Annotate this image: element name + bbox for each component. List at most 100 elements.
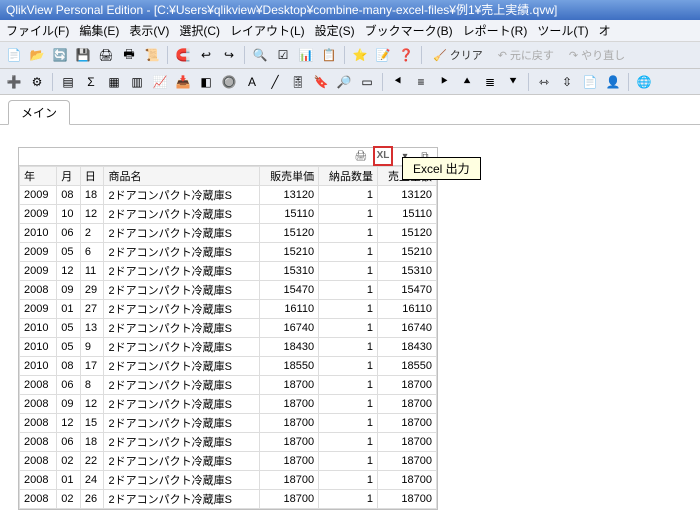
table-row[interactable]: 20100592ドアコンパクト冷蔵庫S18430118430	[20, 338, 437, 357]
chart-wizard-icon[interactable]: 📊	[296, 45, 316, 65]
align-center-h-icon[interactable]: ≡	[411, 72, 431, 92]
cell-qty: 1	[319, 376, 378, 395]
search-icon[interactable]: 🔍	[250, 45, 270, 65]
table-row[interactable]: 201008172ドアコンパクト冷蔵庫S18550118550	[20, 357, 437, 376]
help-icon[interactable]: ❓	[396, 45, 416, 65]
cell-month: 12	[57, 414, 81, 433]
print-icon[interactable]: 🖨	[96, 45, 116, 65]
inputbox-icon[interactable]: 📥	[173, 72, 193, 92]
menu-layout[interactable]: レイアウト(L)	[230, 22, 305, 39]
table-header-row[interactable]: 年 月 日 商品名 販売単価 納品数量 売上金額	[20, 167, 437, 186]
selections-icon[interactable]: ☑	[273, 45, 293, 65]
undo-layout-icon[interactable]: ↩	[196, 45, 216, 65]
col-day[interactable]: 日	[80, 167, 104, 186]
table-row[interactable]: 200912112ドアコンパクト冷蔵庫S15310115310	[20, 262, 437, 281]
menu-edit[interactable]: 編集(E)	[79, 22, 119, 39]
button-icon[interactable]: 🔘	[219, 72, 239, 92]
container-icon[interactable]: ▭	[357, 72, 377, 92]
cell-day: 8	[80, 376, 104, 395]
table-row[interactable]: 200801242ドアコンパクト冷蔵庫S18700118700	[20, 471, 437, 490]
cell-qty: 1	[319, 471, 378, 490]
straight-table[interactable]: 🖨 XL ▾ ⧉ 年 月 日 商品名 販売単価 納品数量 売上金額	[18, 147, 438, 510]
table-row[interactable]: 20100622ドアコンパクト冷蔵庫S15120115120	[20, 224, 437, 243]
save-icon[interactable]: 💾	[73, 45, 93, 65]
notes-icon[interactable]: 📝	[373, 45, 393, 65]
table-row[interactable]: 200806182ドアコンパクト冷蔵庫S18700118700	[20, 433, 437, 452]
cell-product: 2ドアコンパクト冷蔵庫S	[104, 338, 260, 357]
align-right-icon[interactable]: ⯈	[434, 72, 454, 92]
data-table[interactable]: 年 月 日 商品名 販売単価 納品数量 売上金額 200908182ドアコンパク…	[19, 166, 437, 509]
table-row[interactable]: 200802262ドアコンパクト冷蔵庫S18700118700	[20, 490, 437, 509]
multibox-icon[interactable]: ▦	[104, 72, 124, 92]
col-qty[interactable]: 納品数量	[319, 167, 378, 186]
menu-report[interactable]: レポート(R)	[463, 22, 528, 39]
cell-unit_price: 18700	[260, 490, 319, 509]
statbox-icon[interactable]: Σ	[81, 72, 101, 92]
menu-view[interactable]: 表示(V)	[129, 22, 169, 39]
tab-main[interactable]: メイン	[8, 100, 70, 125]
menu-setting[interactable]: 設定(S)	[315, 22, 355, 39]
dist-h-icon[interactable]: ⇿	[534, 72, 554, 92]
cell-year: 2009	[20, 186, 57, 205]
table-row[interactable]: 200802222ドアコンパクト冷蔵庫S18700118700	[20, 452, 437, 471]
open-icon[interactable]: 📂	[27, 45, 47, 65]
align-left-icon[interactable]: ⯇	[388, 72, 408, 92]
table-row[interactable]: 200812152ドアコンパクト冷蔵庫S18700118700	[20, 414, 437, 433]
slider-icon[interactable]: 🎚	[288, 72, 308, 92]
align-center-v-icon[interactable]: ≣	[480, 72, 500, 92]
undo-button[interactable]: ↶元に戻す	[492, 44, 560, 66]
bookmark-add-icon[interactable]: ⭐	[350, 45, 370, 65]
cell-unit_price: 18700	[260, 471, 319, 490]
redo-button[interactable]: ↷やり直し	[563, 44, 631, 66]
cell-qty: 1	[319, 281, 378, 300]
table-icon[interactable]: 📋	[319, 45, 339, 65]
current-sel-icon[interactable]: ◧	[196, 72, 216, 92]
table-row[interactable]: 200901272ドアコンパクト冷蔵庫S16110116110	[20, 300, 437, 319]
line-icon[interactable]: ╱	[265, 72, 285, 92]
listbox-icon[interactable]: ▤	[58, 72, 78, 92]
add-sheet-icon[interactable]: ➕	[4, 72, 24, 92]
chart-icon[interactable]: 📈	[150, 72, 170, 92]
cell-unit_price: 18700	[260, 395, 319, 414]
cell-product: 2ドアコンパクト冷蔵庫S	[104, 357, 260, 376]
cell-month: 01	[57, 471, 81, 490]
cell-product: 2ドアコンパクト冷蔵庫S	[104, 300, 260, 319]
clear-button[interactable]: 🧹クリア	[427, 44, 489, 66]
col-month[interactable]: 月	[57, 167, 81, 186]
col-product[interactable]: 商品名	[104, 167, 260, 186]
table-row[interactable]: 20080682ドアコンパクト冷蔵庫S18700118700	[20, 376, 437, 395]
menu-select[interactable]: 選択(C)	[179, 22, 220, 39]
menu-more[interactable]: オ	[599, 22, 611, 39]
table-row[interactable]: 200908182ドアコンパクト冷蔵庫S13120113120	[20, 186, 437, 205]
sheet-props-icon[interactable]: ⚙	[27, 72, 47, 92]
reload-icon[interactable]: 🧲	[173, 45, 193, 65]
webview-icon[interactable]: 🌐	[634, 72, 654, 92]
table-row[interactable]: 201005132ドアコンパクト冷蔵庫S16740116740	[20, 319, 437, 338]
col-year[interactable]: 年	[20, 167, 57, 186]
menu-tool[interactable]: ツール(T)	[537, 22, 588, 39]
col-unit-price[interactable]: 販売単価	[260, 167, 319, 186]
textobj-icon[interactable]: A	[242, 72, 262, 92]
table-row[interactable]: 200910122ドアコンパクト冷蔵庫S15110115110	[20, 205, 437, 224]
dist-v-icon[interactable]: ⇳	[557, 72, 577, 92]
user-prefs-icon[interactable]: 👤	[603, 72, 623, 92]
print-preview-icon[interactable]: 🖶	[119, 45, 139, 65]
align-bottom-icon[interactable]: ⯆	[503, 72, 523, 92]
search-obj-icon[interactable]: 🔎	[334, 72, 354, 92]
menu-bookmark[interactable]: ブックマーク(B)	[365, 22, 453, 39]
new-icon[interactable]: 📄	[4, 45, 24, 65]
align-top-icon[interactable]: ⯅	[457, 72, 477, 92]
table-row[interactable]: 200809122ドアコンパクト冷蔵庫S18700118700	[20, 395, 437, 414]
script-icon[interactable]: 📜	[142, 45, 162, 65]
refresh-icon[interactable]: 🔄	[50, 45, 70, 65]
cell-unit_price: 18430	[260, 338, 319, 357]
bookmark-obj-icon[interactable]: 🔖	[311, 72, 331, 92]
menu-file[interactable]: ファイル(F)	[6, 22, 69, 39]
print-icon[interactable]: 🖨	[353, 150, 369, 164]
table-row[interactable]: 20090562ドアコンパクト冷蔵庫S15210115210	[20, 243, 437, 262]
tablebox-icon[interactable]: ▥	[127, 72, 147, 92]
doc-props-icon[interactable]: 📄	[580, 72, 600, 92]
excel-export-button[interactable]: XL	[373, 146, 393, 166]
table-row[interactable]: 200809292ドアコンパクト冷蔵庫S15470115470	[20, 281, 437, 300]
redo-layout-icon[interactable]: ↪	[219, 45, 239, 65]
